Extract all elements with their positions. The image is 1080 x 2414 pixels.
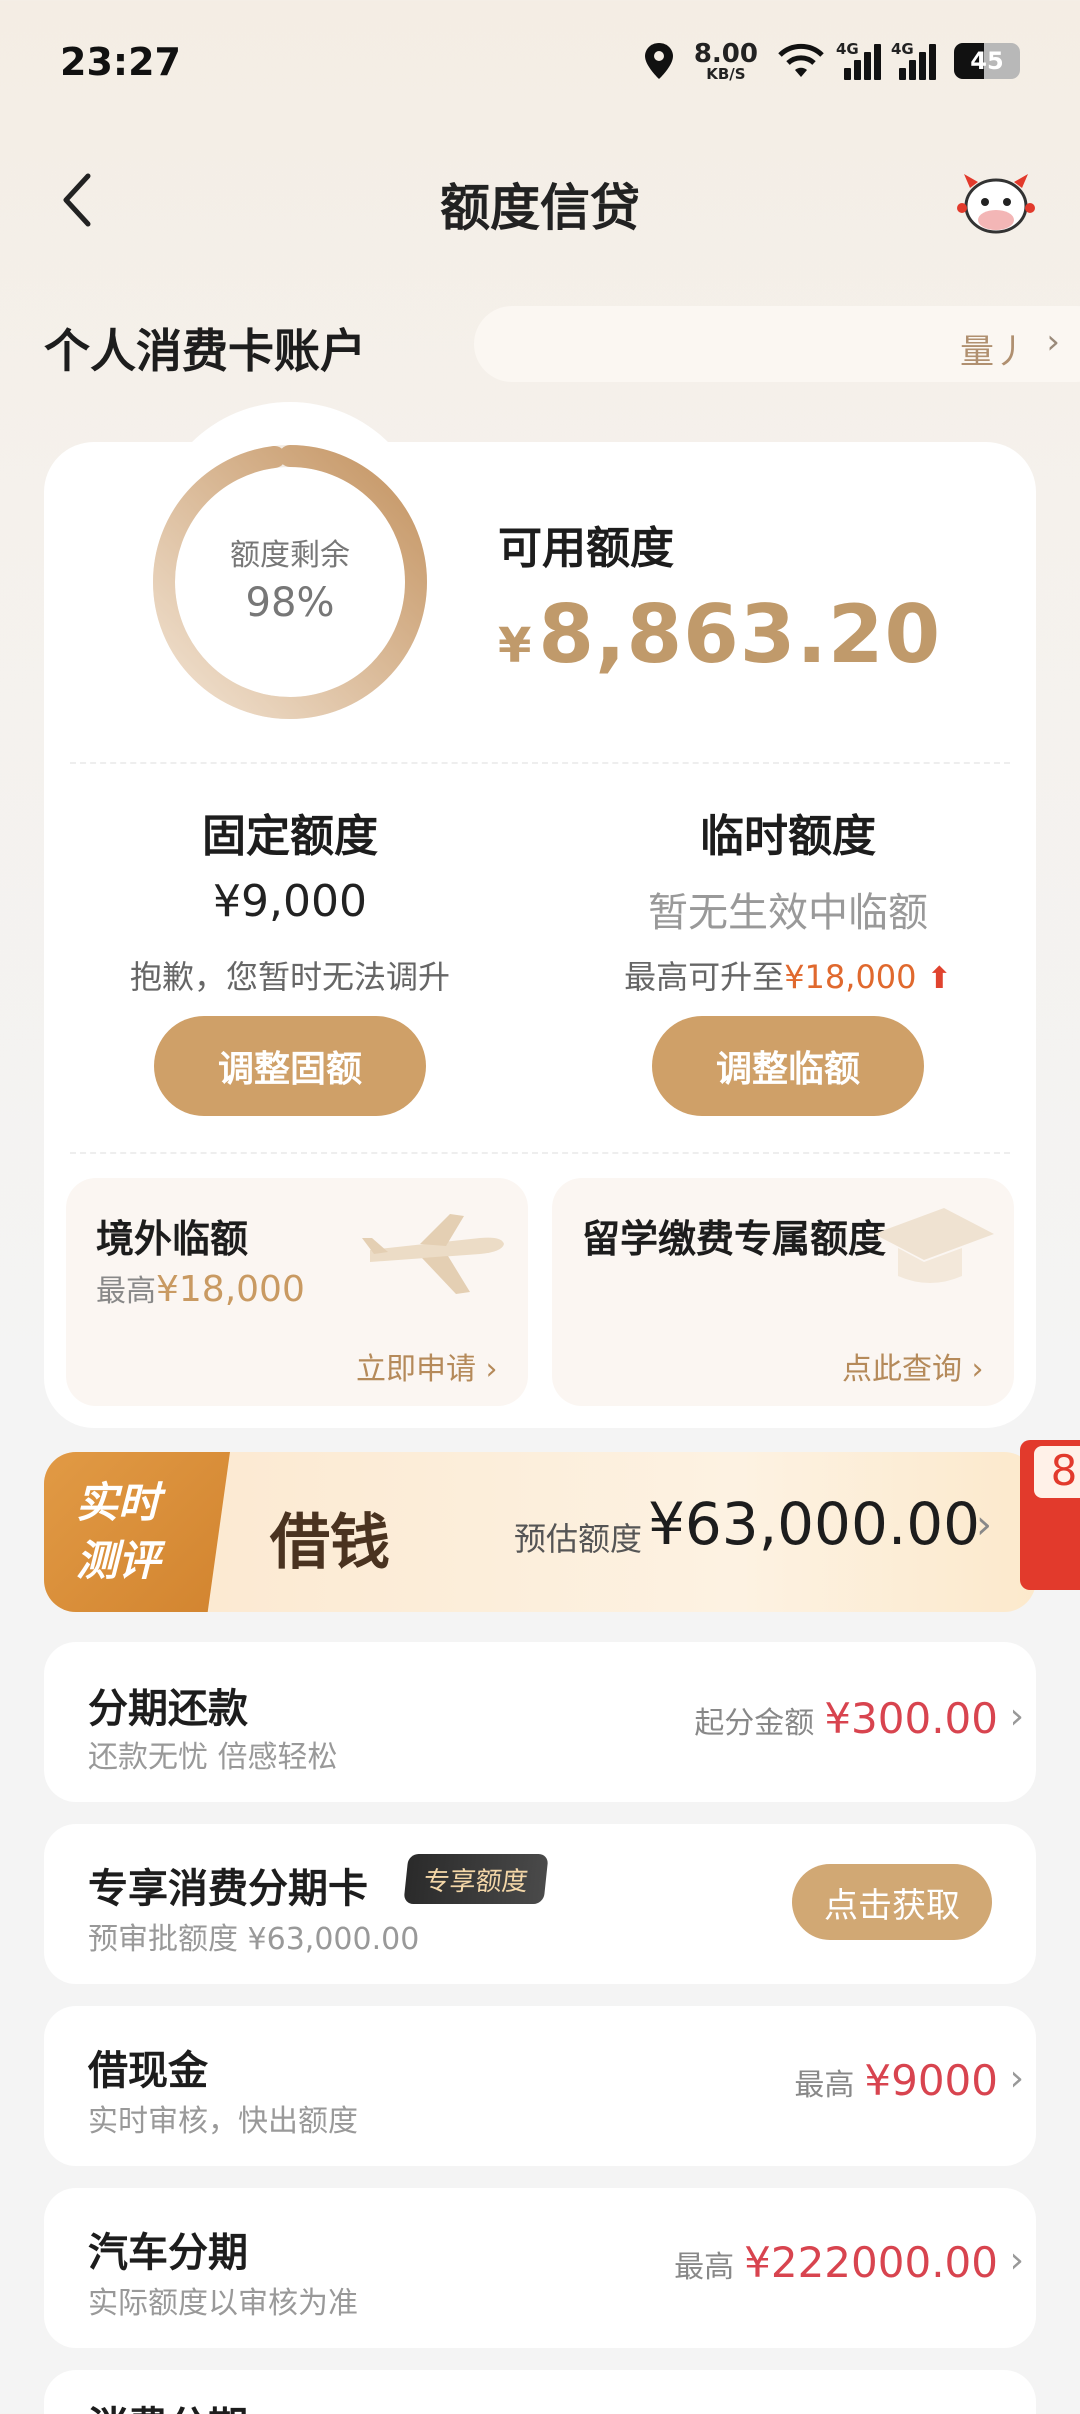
battery-level: 45 <box>970 47 1004 75</box>
chevron-right-icon: › <box>1009 2240 1024 2281</box>
loan-title: 借钱 <box>270 1508 390 1578</box>
installment-repay-right: 起分金额 ¥300.00 <box>694 1694 998 1743</box>
installment-min-label: 起分金额 <box>694 1706 815 1741</box>
chevron-right-icon: › <box>1046 322 1060 362</box>
available-amount: ¥8,863.20 <box>498 588 941 681</box>
exclusive-card-title: 专享消费分期卡 <box>88 1866 368 1912</box>
cash-loan-max-value: ¥9000 <box>864 2056 998 2105</box>
fixed-quota-title: 固定额度 <box>202 811 378 862</box>
installment-repay-title: 分期还款 <box>88 1686 248 1732</box>
cash-loan-title: 借现金 <box>88 2048 208 2094</box>
overseas-quota-title: 境外临额 <box>96 1217 249 1261</box>
exclusive-quota-badge: 专享额度 <box>403 1854 549 1904</box>
network-type-1: 4G <box>836 40 859 58</box>
exclusive-card-subtitle: 预审批额度 ¥63,000.00 <box>88 1922 420 1957</box>
adjust-temp-button[interactable]: 调整临额 <box>652 1016 924 1116</box>
auto-installment-subtitle: 实际额度以审核为准 <box>88 2286 358 2321</box>
temp-quota-value: 暂无生效中临额 <box>648 890 928 936</box>
consumer-installment-title: 消费分期 <box>88 2394 248 2414</box>
realtime-eval-line1: 实时 <box>76 1478 161 1527</box>
account-title: 个人消费卡账户 <box>44 324 366 378</box>
status-icons: 8.00 KB/S 4G 4G 45 <box>642 36 1020 86</box>
installment-repay-subtitle: 还款无忧 倍感轻松 <box>88 1740 338 1775</box>
auto-installment-max-label: 最高 <box>674 2250 735 2285</box>
notice-marquee-text: 量丿 <box>960 332 1028 372</box>
overseas-quota-amount: ¥18,000 <box>156 1269 305 1310</box>
chevron-right-icon: › <box>1009 1696 1024 1737</box>
network-speed: 8.00 KB/S <box>694 41 758 82</box>
currency-symbol: ¥ <box>498 618 533 674</box>
status-time: 23:27 <box>60 40 181 84</box>
get-now-button[interactable]: 点击获取 <box>792 1864 992 1940</box>
temp-quota-note-prefix: 最高可升至 <box>624 958 785 996</box>
network-type-2: 4G <box>891 40 914 58</box>
fixed-quota-value: ¥9,000 <box>213 876 367 927</box>
overseas-quota-prefix: 最高 <box>96 1274 156 1309</box>
overseas-apply-label: 立即申请 <box>356 1352 476 1387</box>
red-envelope-badge-text: 8 <box>1034 1446 1080 1498</box>
cow-mascot-icon <box>957 174 1035 234</box>
cash-loan-subtitle: 实时审核，快出额度 <box>88 2104 358 2139</box>
adjust-fixed-button[interactable]: 调整固额 <box>154 1016 426 1116</box>
temp-quota-max: ¥18,000 <box>784 958 917 996</box>
chevron-right-icon: › <box>1009 2058 1024 2099</box>
overseas-apply-link[interactable]: 立即申请 › <box>356 1344 498 1388</box>
realtime-eval-text: 实时 测评 <box>76 1474 196 1590</box>
divider <box>70 1152 1010 1154</box>
available-label: 可用额度 <box>498 523 674 574</box>
realtime-eval-line2: 测评 <box>76 1536 161 1585</box>
temp-quota-title: 临时额度 <box>700 811 876 862</box>
remaining-label: 额度剩余 <box>230 538 350 573</box>
cash-loan-max-label: 最高 <box>794 2068 855 2103</box>
installment-min-value: ¥300.00 <box>824 1694 998 1743</box>
airplane-icon <box>362 1214 504 1294</box>
study-abroad-quota-title: 留学缴费专属额度 <box>582 1217 887 1261</box>
study-abroad-query-link[interactable]: 点此查询 › <box>842 1344 984 1388</box>
wifi-icon <box>778 43 824 77</box>
study-abroad-query-label: 点此查询 <box>842 1352 962 1387</box>
divider <box>70 762 1010 764</box>
network-speed-unit: KB/S <box>706 64 746 83</box>
signal-icon-2: 4G <box>891 40 936 80</box>
auto-installment-title: 汽车分期 <box>88 2230 248 2276</box>
customer-service-button[interactable] <box>956 168 1036 238</box>
overseas-quota-note: 最高¥18,000 <box>96 1266 305 1310</box>
network-speed-value: 8.00 <box>693 38 758 69</box>
page-title: 额度信贷 <box>440 179 640 237</box>
location-icon <box>644 43 673 79</box>
cash-loan-right: 最高 ¥9000 <box>794 2056 998 2105</box>
fixed-quota-note: 抱歉，您暂时无法调升 <box>129 958 450 996</box>
available-amount-value: 8,863.20 <box>538 588 942 681</box>
chevron-right-icon: › <box>976 1502 992 1548</box>
battery-icon: 45 <box>954 43 1020 79</box>
loan-estimate-value: ¥63,000.00 <box>648 1490 981 1558</box>
temp-quota-note: 最高可升至¥18,000 ⬆ <box>558 952 1018 998</box>
signal-icon-1: 4G <box>836 40 881 80</box>
auto-installment-right: 最高 ¥222000.00 <box>674 2238 998 2287</box>
auto-installment-max-value: ¥222000.00 <box>744 2238 998 2287</box>
arrow-up-icon: ⬆ <box>926 961 952 996</box>
remaining-percent: 98% <box>245 580 335 626</box>
graduation-cap-icon <box>874 1208 994 1283</box>
loan-estimate-label: 预估额度 <box>514 1520 643 1558</box>
